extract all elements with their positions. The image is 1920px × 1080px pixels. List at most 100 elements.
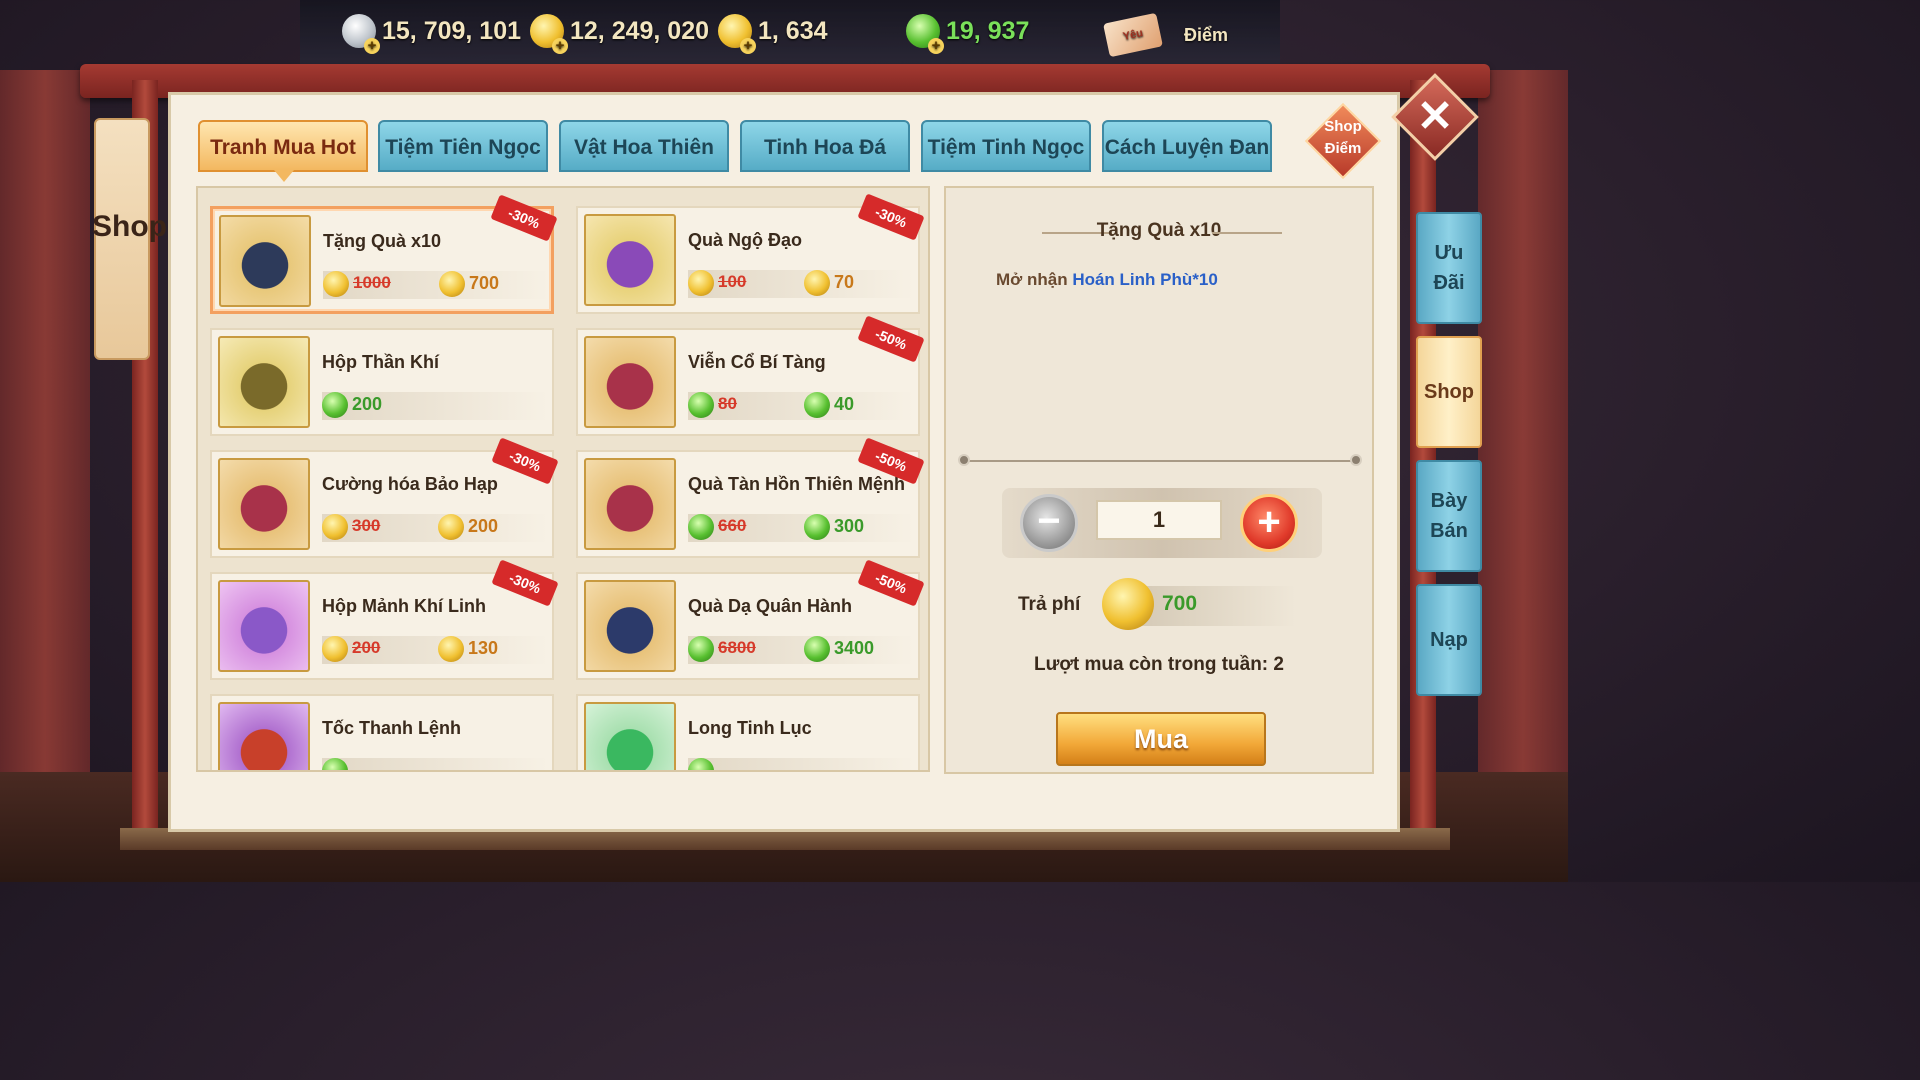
jade-coin-icon — [804, 514, 830, 540]
item-card[interactable]: Quà Dạ Quân Hành 6800 3400 -50% — [576, 559, 925, 680]
discount-badge: -30% — [491, 437, 559, 485]
item-thumbnail — [584, 458, 676, 550]
tab-vat-hoa-thien-bao[interactable]: Vật Hoa Thiên Bảo — [559, 120, 729, 211]
currency-jade[interactable]: 19, 937 — [906, 14, 1030, 54]
item-thumbnail — [218, 458, 310, 550]
discount-badge: -30% — [857, 193, 925, 241]
shop-points-label[interactable]: Shop Điểm — [1312, 116, 1374, 160]
item-card[interactable]: Viễn Cổ Bí Tàng 80 40 -50% — [576, 315, 925, 436]
gold-dragon-coin-icon — [1102, 578, 1154, 630]
price-row: 200 130 — [322, 636, 548, 664]
tab-tiem-tinh-ngoc[interactable]: Tiệm Tinh Ngọc — [921, 120, 1091, 172]
currency-value: 15, 709, 101 — [382, 16, 522, 45]
decrease-quantity-button[interactable]: − — [1020, 494, 1078, 552]
item-card[interactable]: Hộp Mảnh Khí Linh 200 130 -30% — [210, 559, 559, 680]
old-price: 100 — [718, 272, 747, 291]
item-card[interactable]: Quà Tàn Hồn Thiên Mệnh 660 300 -50% — [576, 437, 925, 558]
item-card[interactable]: Long Tinh Lục — [576, 694, 920, 770]
gold-coin-icon — [438, 514, 464, 540]
side-tab-label: Bày Bán — [1430, 490, 1468, 542]
currency-gold-dragon[interactable]: 12, 249, 020 — [530, 14, 709, 54]
fee-value: 700 — [1162, 592, 1198, 615]
side-tab-label: Shop — [1424, 381, 1474, 403]
gold-coin-icon — [322, 514, 348, 540]
gold-coin-icon — [323, 271, 349, 297]
gold-coin-icon — [438, 636, 464, 662]
side-tab-nap[interactable]: Nạp — [1416, 584, 1482, 696]
quantity-input[interactable] — [1096, 500, 1222, 540]
sale-price: 200 — [352, 394, 383, 414]
jade-coin-icon — [804, 636, 830, 662]
item-grid[interactable]: Tặng Quà x10 1000 700 -30% Quà Ngộ Đạo 1… — [196, 186, 930, 772]
jade-coin-icon — [688, 514, 714, 540]
jade-coin-icon — [688, 392, 714, 418]
item-name: Tặng Quà x10 — [323, 231, 442, 251]
old-price: 6800 — [718, 638, 756, 657]
sale-price: 40 — [834, 394, 855, 414]
tab-tiem-tien-ngoc[interactable]: Tiệm Tiên Ngọc — [378, 120, 548, 172]
sale-price: 3400 — [834, 638, 875, 658]
old-price: 1000 — [353, 273, 391, 292]
item-thumbnail — [219, 215, 311, 307]
currency-value: 1, 634 — [758, 16, 828, 45]
item-card[interactable]: Tốc Thanh Lệnh — [210, 694, 554, 770]
gold-dragon-coin-icon — [530, 14, 568, 54]
detail-title: Tặng Quà x10 — [1096, 220, 1222, 241]
item-thumbnail — [218, 336, 310, 428]
item-card[interactable]: Hộp Thần Khí 200 — [210, 328, 554, 436]
gold-coin-icon — [688, 270, 714, 296]
desc-reward: Hoán Linh Phù*10 — [1072, 270, 1218, 289]
price-row — [322, 758, 548, 770]
ticket-icon: Yêu — [1103, 12, 1163, 58]
discount-badge: -30% — [490, 194, 558, 242]
tab-cach-luyen-dan[interactable]: Cách Luyện Đan — [1102, 120, 1272, 172]
old-price: 80 — [718, 394, 737, 413]
price-row: 660 300 — [688, 514, 914, 542]
item-thumbnail — [218, 580, 310, 672]
price-row: 6800 3400 — [688, 636, 914, 664]
right-curtain — [1478, 70, 1568, 882]
side-tab-label: Nạp — [1430, 629, 1468, 651]
left-curtain — [0, 70, 90, 882]
item-name: Hộp Thần Khí — [322, 352, 439, 372]
price-row: 200 — [322, 392, 548, 420]
sale-price: 130 — [468, 638, 499, 658]
side-tab-shop[interactable]: Shop — [1416, 336, 1482, 448]
item-name: Hộp Mảnh Khí Linh — [322, 596, 486, 616]
shop-points-line1: Shop — [1324, 118, 1362, 135]
old-price: 300 — [352, 516, 381, 535]
side-tab-label: Ưu Đãi — [1433, 242, 1465, 294]
sale-price: 300 — [834, 516, 865, 536]
increase-quantity-button[interactable]: + — [1240, 494, 1298, 552]
gold-coin-icon — [322, 636, 348, 662]
item-name: Quà Tàn Hồn Thiên Mệnh — [688, 474, 905, 494]
currency-silver[interactable]: 15, 709, 101 — [342, 14, 522, 54]
price-row — [688, 758, 914, 770]
close-icon[interactable]: ✕ — [1404, 86, 1466, 148]
item-card[interactable]: Cường hóa Bảo Hạp 300 200 -30% — [210, 437, 559, 558]
price-row: 300 200 — [322, 514, 548, 542]
item-card[interactable]: Quà Ngộ Đạo 100 70 -30% — [576, 193, 925, 314]
price-row: 80 40 — [688, 392, 914, 420]
points-currency[interactable]: Yêu Điểm — [1103, 12, 1228, 58]
item-name: Viễn Cổ Bí Tàng — [688, 352, 826, 372]
divider-end-right — [1350, 454, 1362, 466]
item-thumbnail — [218, 702, 310, 770]
gold-ingot-icon — [718, 14, 756, 54]
item-name: Quà Dạ Quân Hành — [688, 596, 853, 616]
sale-price: 200 — [468, 516, 499, 536]
item-name: Long Tinh Lục — [688, 718, 812, 738]
tab-tinh-hoa-da-hon[interactable]: Tinh Hoa Đá Hồn — [740, 120, 910, 211]
side-tab-bay-ban[interactable]: Bày Bán — [1416, 460, 1482, 572]
currency-value: 19, 937 — [946, 16, 1030, 45]
buy-button[interactable]: Mua — [1056, 712, 1266, 766]
title-ornament-right — [1212, 232, 1282, 234]
desc-prefix: Mở nhận — [996, 270, 1068, 289]
currency-gold-ingot[interactable]: 1, 634 — [718, 14, 828, 54]
item-name: Quà Ngộ Đạo — [688, 230, 803, 250]
divider-end-left — [958, 454, 970, 466]
item-card[interactable]: Tặng Quà x10 1000 700 -30% — [210, 194, 558, 314]
discount-badge: -50% — [857, 315, 925, 363]
tab-tranh-mua-hot[interactable]: Tranh Mua Hot — [198, 120, 368, 182]
side-tab-uu-dai[interactable]: Ưu Đãi — [1416, 212, 1482, 324]
